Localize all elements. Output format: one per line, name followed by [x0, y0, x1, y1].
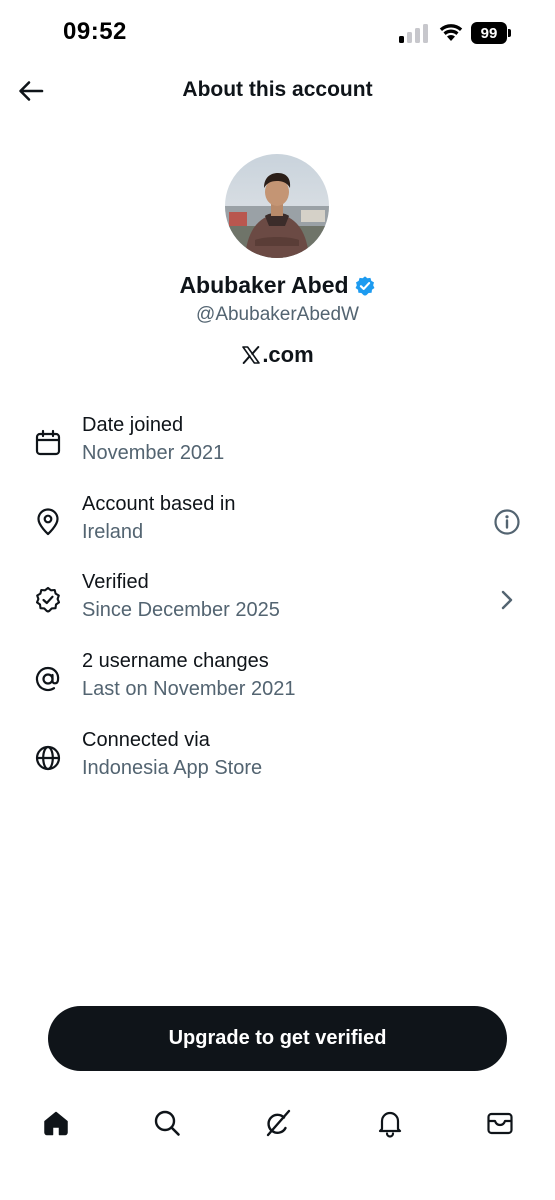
nav-search[interactable] — [150, 1106, 184, 1140]
website-text: .com — [262, 342, 314, 367]
page-title: About this account — [182, 78, 373, 101]
header: About this account — [0, 66, 555, 116]
info-subtitle: Ireland — [82, 521, 144, 543]
search-icon — [154, 1110, 180, 1136]
info-subtitle: Since December 2025 — [82, 599, 280, 621]
profile-name-row: Abubaker Abed — [0, 272, 555, 299]
notifications-bell-icon — [378, 1111, 402, 1138]
info-button[interactable] — [492, 507, 522, 537]
info-verified[interactable]: Verified Since December 2025 — [0, 571, 555, 633]
nav-grok[interactable] — [261, 1106, 295, 1140]
globe-icon — [35, 745, 61, 771]
info-username-changes: 2 username changes Last on November 2021 — [0, 650, 555, 712]
chevron-right-icon — [501, 590, 513, 610]
avatar[interactable] — [225, 154, 329, 258]
signal-icon — [399, 24, 428, 43]
info-subtitle: Last on November 2021 — [82, 678, 296, 700]
calendar-icon — [35, 429, 61, 456]
verified-badge-icon[interactable] — [354, 275, 376, 297]
avatar-photo — [225, 154, 329, 258]
verified-details-button[interactable] — [492, 585, 522, 615]
at-sign-icon — [35, 666, 60, 692]
info-date-joined: Date joined November 2021 — [0, 414, 555, 476]
bottom-nav — [0, 1092, 555, 1158]
profile-name: Abubaker Abed — [179, 272, 349, 298]
info-subtitle: Indonesia App Store — [82, 757, 263, 779]
website-link[interactable]: .com — [0, 342, 555, 368]
status-time: 09:52 — [63, 18, 127, 45]
info-title: 2 username changes — [82, 650, 269, 672]
battery-icon: 99 — [471, 22, 511, 44]
info-connected-via: Connected via Indonesia App Store — [0, 729, 555, 791]
wifi-icon — [439, 24, 463, 41]
nav-messages[interactable] — [483, 1106, 517, 1140]
x-logo-icon — [242, 346, 261, 364]
info-title: Verified — [82, 571, 149, 593]
nav-home[interactable] — [39, 1106, 73, 1140]
info-account-based-in: Account based in Ireland — [0, 493, 555, 555]
info-title: Account based in — [82, 493, 236, 515]
location-pin-icon — [37, 508, 59, 536]
messages-envelope-icon — [487, 1112, 513, 1135]
profile-handle: @AbubakerAbedW — [196, 304, 359, 325]
battery-level: 99 — [471, 22, 507, 44]
upgrade-button[interactable]: Upgrade to get verified — [48, 1006, 507, 1071]
verified-badge-outline-icon — [35, 586, 61, 613]
info-title: Date joined — [82, 414, 184, 436]
home-icon — [44, 1111, 68, 1136]
info-title: Connected via — [82, 729, 210, 751]
status-bar: 09:52 99 — [0, 0, 555, 66]
nav-notifications[interactable] — [373, 1106, 407, 1140]
info-subtitle: November 2021 — [82, 442, 225, 464]
info-icon — [494, 509, 520, 535]
grok-icon — [266, 1109, 291, 1137]
